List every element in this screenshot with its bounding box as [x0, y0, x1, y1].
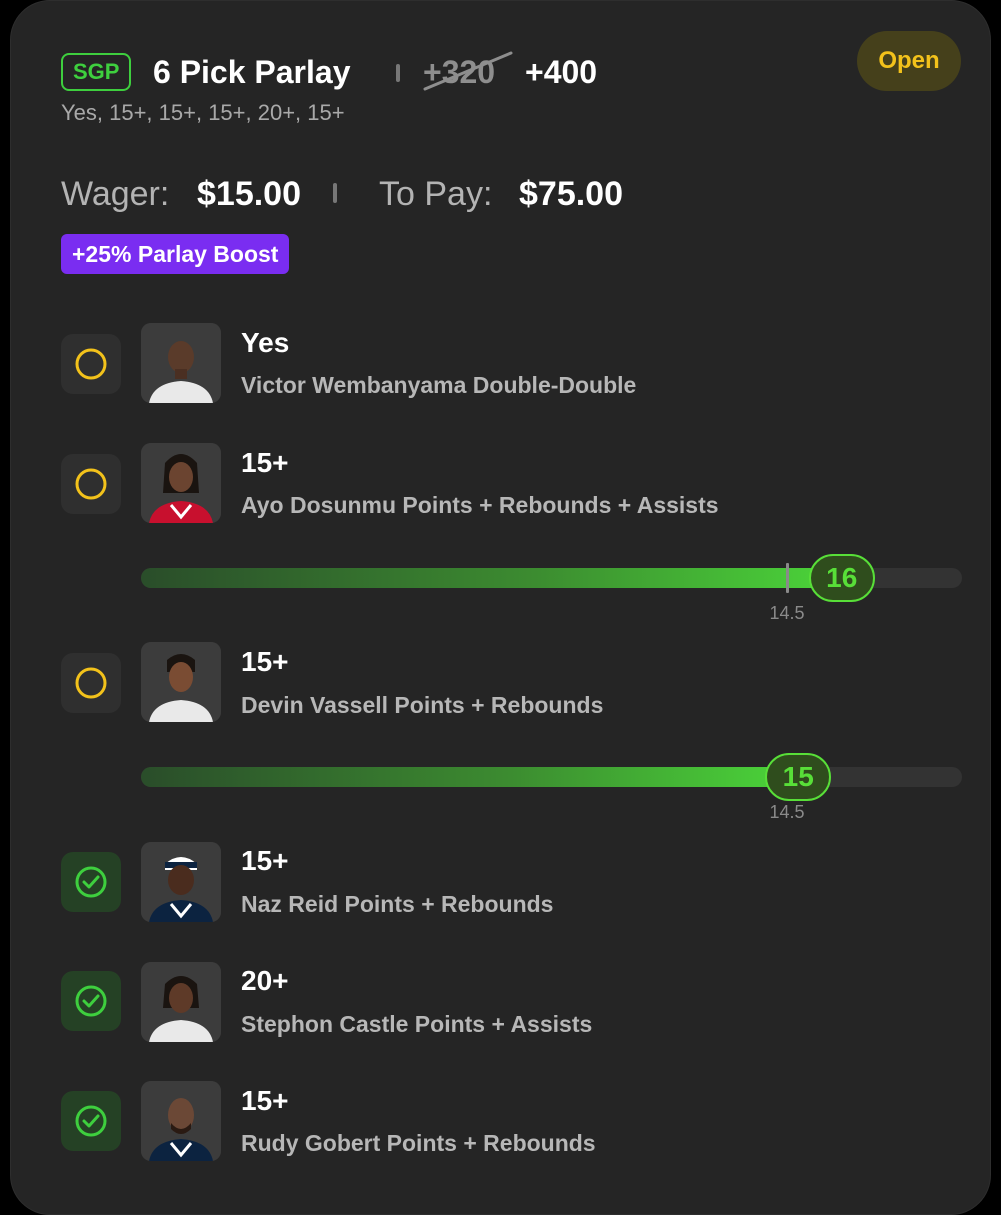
progress-track	[141, 767, 962, 787]
status-badge: Open	[857, 31, 961, 91]
leg-description: Devin Vassell Points + Rebounds	[241, 692, 604, 718]
leg-line: Yes	[241, 327, 290, 358]
leg-description: Victor Wembanyama Double-Double	[241, 372, 637, 398]
progress-fill	[141, 767, 815, 787]
player-avatar	[141, 443, 221, 523]
header-divider	[396, 64, 400, 82]
threshold-label: 14.5	[769, 802, 805, 822]
progress-fill	[141, 568, 858, 588]
topay-value: $75.00	[519, 175, 623, 213]
won-status	[61, 1091, 121, 1151]
player-avatar	[141, 642, 221, 722]
player-avatar	[141, 1081, 221, 1161]
check-circle-icon	[75, 985, 107, 1017]
leg-line: 15+	[241, 646, 289, 677]
original-odds: +320	[423, 54, 496, 90]
topay-label: To Pay:	[379, 175, 493, 213]
pending-status	[61, 454, 121, 514]
threshold-label: 14.5	[769, 603, 805, 623]
leg-line: 20+	[241, 965, 289, 996]
current-stat-bubble: 16	[808, 554, 875, 602]
wager-divider	[333, 183, 337, 203]
leg-description: Stephon Castle Points + Assists	[241, 1011, 593, 1037]
wager-label: Wager:	[61, 175, 170, 213]
won-status	[61, 852, 121, 912]
sgp-badge: SGP	[61, 53, 132, 91]
player-avatar	[141, 842, 221, 922]
leg-description: Ayo Dosunmu Points + Rebounds + Assists	[241, 492, 719, 518]
circle-outline-icon	[75, 468, 107, 500]
check-circle-icon	[75, 1105, 107, 1137]
threshold-tick	[786, 563, 789, 593]
won-status	[61, 971, 121, 1031]
circle-outline-icon	[75, 667, 107, 699]
leg-line: 15+	[241, 845, 289, 876]
circle-outline-icon	[75, 348, 107, 380]
check-circle-icon	[75, 866, 107, 898]
boosted-odds: +400	[525, 54, 598, 90]
bet-title: 6 Pick Parlay	[153, 54, 351, 90]
leg-description: Rudy Gobert Points + Rebounds	[241, 1130, 596, 1156]
leg-line: 15+	[241, 447, 289, 478]
parlay-boost-badge: +25% Parlay Boost	[61, 234, 290, 274]
selections-summary: Yes, 15+, 15+, 15+, 20+, 15+	[61, 100, 345, 125]
leg-description: Naz Reid Points + Rebounds	[241, 891, 554, 917]
pending-status	[61, 653, 121, 713]
wager-value: $15.00	[197, 175, 301, 213]
pending-status	[61, 334, 121, 394]
player-avatar	[141, 962, 221, 1042]
player-avatar	[141, 323, 221, 403]
current-stat-bubble: 15	[765, 753, 832, 801]
bet-card[interactable]: SGP 6 Pick Parlay +320 +400 Yes, 15+, 15…	[10, 0, 991, 1215]
leg-line: 15+	[241, 1085, 289, 1116]
